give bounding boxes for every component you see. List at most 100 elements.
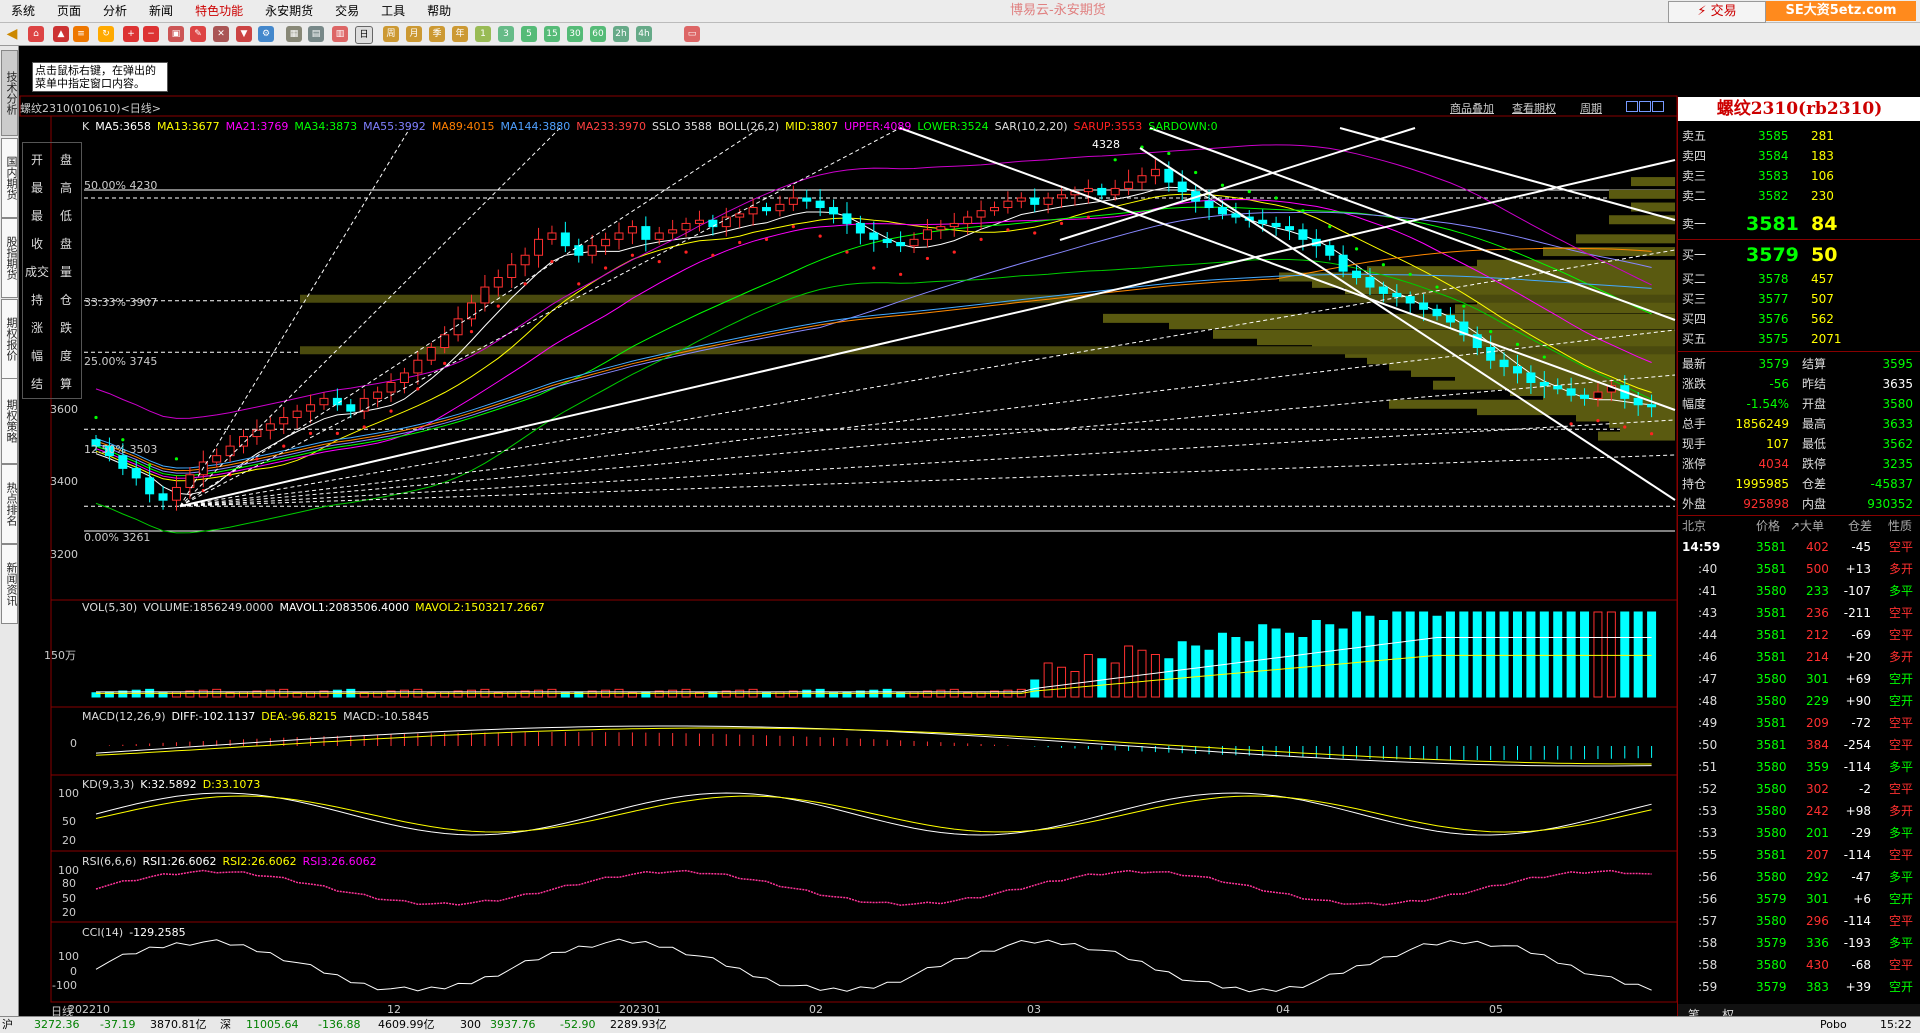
rsi-axis-80: 80 [62,877,76,890]
info-btn-5[interactable]: 低 [52,203,80,229]
candle [1057,194,1067,199]
candle [1647,404,1657,408]
bid-row-3[interactable]: 买五 3575 2071 [1678,330,1920,348]
candle [882,238,892,244]
prev-panel-icon[interactable] [1626,101,1638,112]
status-item-5: 11005.64 [246,1018,299,1031]
ask-row-3[interactable]: 卖二 3582 230 [1678,187,1920,205]
info-btn-4[interactable]: 最 [23,203,51,229]
sar-dot [738,240,742,245]
candle [1030,197,1040,205]
stat-value-b: 930352 [1867,497,1913,511]
tick-row: :57 3580 296 -114 空平 [1678,910,1920,932]
bid-1-row[interactable]: 买一 3579 50 [1678,243,1920,267]
stat-label-a: 持仓 [1682,477,1707,491]
info-btn-0[interactable]: 开 [23,147,51,173]
sar-dot [282,444,286,448]
tick-volume: 233 [1806,584,1829,598]
kline-chart[interactable] [0,0,1920,1032]
stat-label-a: 涨跌 [1682,377,1707,391]
candle [1043,197,1053,205]
ask-row-1[interactable]: 卖四 3584 183 [1678,147,1920,165]
info-btn-9[interactable]: 量 [52,259,80,285]
fib-label-12: 12.50% 3503 [84,443,158,456]
info-btn-3[interactable]: 高 [52,175,80,201]
candle [1392,292,1402,298]
price-axis-3400: 3400 [50,475,78,488]
tick-volume: 301 [1806,672,1829,686]
tick-nature: 多平 [1889,870,1914,884]
volume-bar [1378,620,1388,698]
link-view-options[interactable]: 查看期权 [1512,100,1556,116]
tick-oi-change: +20 [1845,650,1871,664]
tick-price: 3580 [1756,826,1787,840]
ask-row-2[interactable]: 卖三 3583 106 [1678,167,1920,185]
volume-bar [1606,611,1616,698]
candle [1432,308,1442,317]
main-ind-2: MA13:3677 [156,120,220,133]
tick-volume: 201 [1806,826,1829,840]
sar-dot [1167,151,1171,156]
tick-oi-change: -107 [1843,584,1871,598]
collapse-panel-icon[interactable] [1652,101,1664,112]
status-item-7: 4609.99亿 [378,1018,435,1031]
tick-row: :59 3579 383 +39 空开 [1678,976,1920,998]
bid-row-0[interactable]: 买二 3578 457 [1678,270,1920,288]
bid-label: 买二 [1682,272,1707,286]
info-btn-6[interactable]: 收 [23,231,51,257]
volume-bar [1083,654,1093,698]
info-btn-2[interactable]: 最 [23,175,51,201]
tick-nature: 空开 [1889,892,1914,906]
ask-1-row[interactable]: 卖一 3581 84 [1678,212,1920,236]
candle [1539,381,1549,387]
fib-label-0: 0.00% 3261 [84,531,151,544]
bid-row-2[interactable]: 买四 3576 562 [1678,310,1920,328]
panel-controls[interactable] [1626,101,1674,112]
info-btn-7[interactable]: 盘 [52,231,80,257]
bid-row-1[interactable]: 买三 3577 507 [1678,290,1920,308]
main-ind-14: SAR(10,2,20) [994,120,1068,133]
next-panel-icon[interactable] [1639,101,1651,112]
candle [279,416,289,425]
info-btn-13[interactable]: 跌 [52,315,80,341]
info-btn-1[interactable]: 盘 [52,147,80,173]
tick-header-1: 价格 [1756,519,1781,533]
stat-label-a: 最新 [1682,357,1707,371]
tick-time: :41 [1698,584,1718,598]
candle [574,245,584,256]
kd-axis-50: 50 [62,815,76,828]
kd-ind-0: KD(9,3,3) [82,778,135,791]
candle [1378,286,1388,294]
info-btn-12[interactable]: 涨 [23,315,51,341]
mavol1-line [96,637,1652,693]
sar-dot [1247,190,1251,194]
tick-volume: 236 [1806,606,1829,620]
link-overlay[interactable]: 商品叠加 [1450,100,1494,116]
candle [1486,346,1496,361]
info-btn-14[interactable]: 幅 [23,343,51,369]
stat-label-b: 内盘 [1802,497,1827,511]
bid-label: 买四 [1682,312,1707,326]
tick-oi-change: -114 [1843,760,1871,774]
link-period[interactable]: 周期 [1580,100,1602,116]
rsi-axis-50: 50 [62,892,76,905]
info-btn-17[interactable]: 算 [52,371,80,397]
sar-dot [94,415,98,420]
info-btn-11[interactable]: 仓 [52,287,80,313]
tick-price: 3580 [1756,760,1787,774]
tick-oi-change: -254 [1843,738,1871,752]
candle [453,318,463,336]
tick-oi-change: -45 [1851,540,1871,554]
candle [788,197,798,205]
tick-row: :52 3580 302 -2 空平 [1678,778,1920,800]
ask-row-0[interactable]: 卖五 3585 281 [1678,127,1920,145]
info-btn-10[interactable]: 持 [23,287,51,313]
candle [1512,366,1522,374]
tick-nature: 多开 [1889,804,1914,818]
tick-time: :52 [1698,782,1718,796]
info-btn-15[interactable]: 度 [52,343,80,369]
volume-bar [507,691,517,698]
chart-title: 螺纹2310(010610)<日线> [20,102,162,115]
info-btn-16[interactable]: 结 [23,371,51,397]
info-btn-8[interactable]: 成交 [23,259,51,285]
